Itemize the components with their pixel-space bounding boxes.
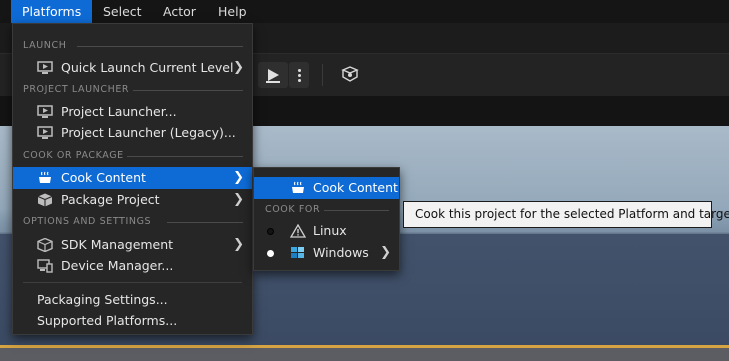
quick-launch-label: Quick Launch Current Level: [61, 60, 234, 75]
monitor-icon: [37, 126, 53, 139]
sdk-management-label: SDK Management: [61, 237, 174, 252]
package-icon: [37, 193, 53, 207]
menu-help[interactable]: Help: [207, 0, 258, 23]
toolbar-divider: [322, 64, 323, 86]
linux-label: Linux: [313, 223, 347, 238]
radio-selected-icon: [267, 250, 274, 257]
packaging-settings-item[interactable]: Packaging Settings...: [13, 289, 252, 311]
project-launcher-label: Project Launcher...: [61, 104, 177, 119]
cook-content-submenu: Cook Content COOK FOR Linux Windows ❯: [253, 167, 400, 271]
menu-bar: Platforms Select Actor Help: [0, 0, 729, 23]
menu-select[interactable]: Select: [92, 0, 153, 23]
section-cook-for: COOK FOR: [265, 204, 321, 215]
menu-actor[interactable]: Actor: [152, 0, 207, 23]
project-launcher-legacy-item[interactable]: Project Launcher (Legacy)...: [13, 122, 252, 144]
package-project-item[interactable]: Package Project ❯: [13, 189, 252, 211]
play-button[interactable]: [258, 62, 288, 88]
devices-icon: [37, 259, 53, 273]
platforms-menu: LAUNCH Quick Launch Current Level ❯ PROJ…: [12, 23, 253, 335]
platforms-mode-icon[interactable]: [340, 66, 360, 82]
chevron-right-icon: ❯: [380, 245, 391, 260]
supported-platforms-item[interactable]: Supported Platforms...: [13, 310, 252, 332]
packaging-settings-label: Packaging Settings...: [37, 292, 168, 307]
cook-for-linux-item[interactable]: Linux: [254, 220, 399, 242]
cook-content-item[interactable]: Cook Content ❯: [13, 167, 252, 189]
floor: [0, 348, 729, 361]
device-manager-item[interactable]: Device Manager...: [13, 255, 252, 277]
kebab-icon: [298, 69, 301, 72]
windows-icon: [291, 247, 304, 258]
windows-label: Windows: [313, 245, 369, 260]
sdk-management-item[interactable]: SDK Management ❯: [13, 234, 252, 256]
play-icon: [266, 69, 280, 83]
device-manager-label: Device Manager...: [61, 258, 174, 273]
cook-for-windows-item[interactable]: Windows ❯: [254, 242, 399, 264]
menu-platforms[interactable]: Platforms: [11, 0, 93, 23]
section-cook-or-package: COOK OR PACKAGE: [23, 150, 124, 161]
cooking-pot-icon: [292, 181, 304, 193]
cooking-pot-icon: [39, 171, 51, 183]
cook-content-label: Cook Content: [61, 170, 146, 185]
project-launcher-legacy-label: Project Launcher (Legacy)...: [61, 125, 236, 140]
chevron-right-icon: ❯: [233, 192, 244, 207]
section-launch: LAUNCH: [23, 40, 67, 51]
section-options-and-settings: OPTIONS AND SETTINGS: [23, 216, 152, 227]
play-options-button[interactable]: [289, 62, 309, 88]
supported-platforms-label: Supported Platforms...: [37, 313, 178, 328]
monitor-icon: [37, 105, 53, 118]
section-project-launcher: PROJECT LAUNCHER: [23, 84, 130, 95]
menu-divider: [23, 282, 242, 283]
project-launcher-item[interactable]: Project Launcher...: [13, 101, 252, 123]
cube-icon: [37, 238, 53, 252]
chevron-right-icon: ❯: [233, 60, 244, 75]
chevron-right-icon: ❯: [233, 237, 244, 252]
cook-content-sub-label: Cook Content: [313, 180, 398, 195]
warning-icon: [290, 224, 306, 238]
cook-content-sub-item[interactable]: Cook Content: [254, 177, 399, 199]
radio-unselected-icon: [267, 228, 274, 235]
quick-launch-item[interactable]: Quick Launch Current Level ❯: [13, 57, 252, 79]
chevron-right-icon: ❯: [233, 170, 244, 185]
package-project-label: Package Project: [61, 192, 160, 207]
monitor-icon: [37, 61, 53, 74]
cook-content-tooltip: Cook this project for the selected Platf…: [403, 201, 729, 228]
